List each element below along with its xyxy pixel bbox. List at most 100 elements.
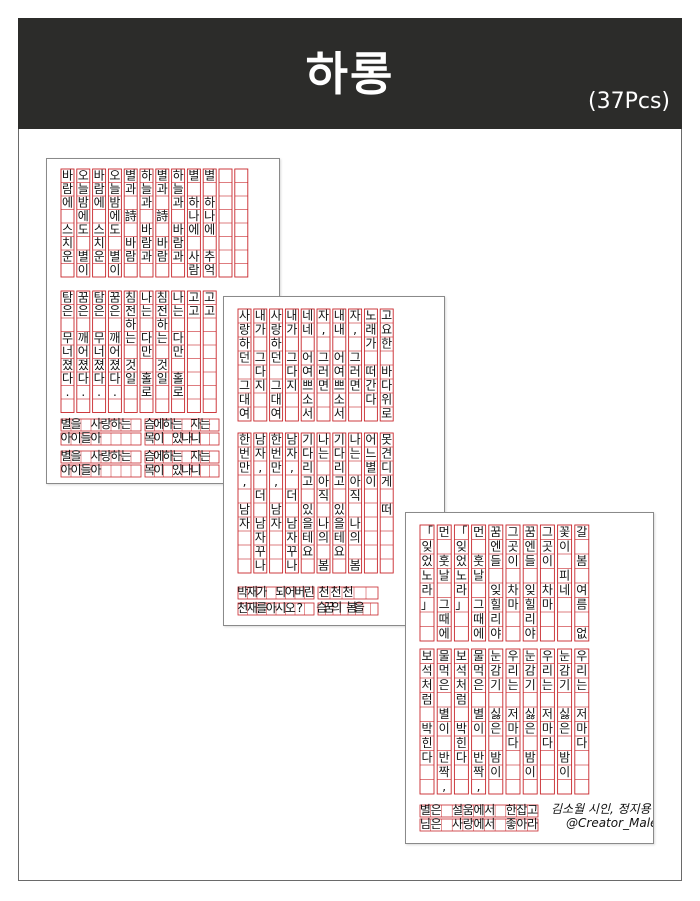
column-sticker: 꽃이 피네 <box>557 524 573 642</box>
column-text: 나는 다만 홀로 <box>173 290 184 399</box>
column-sticker: 꿈은 깨어졌다. <box>107 290 122 413</box>
strip-sticker: 슴에하는 자는 <box>144 417 220 432</box>
column-sticker: 내가 그다지 <box>284 308 299 422</box>
column-sticker: 먼 훗날 그때에 <box>471 524 487 642</box>
column-text: 한번만, 남자 <box>239 433 250 531</box>
column-sticker: 자, 그러면 <box>316 308 331 422</box>
column-sticker: 갈 봄 여름 없 <box>574 524 590 642</box>
column-sticker: 꿈엔들 잊힐리야 <box>488 524 504 642</box>
column-sticker: 물먹은 별이 반짝, <box>436 648 452 795</box>
column-text: 우리는 저마다 <box>507 649 518 750</box>
column-group: 바람에 스치운 오늘밤에도 별 이 바 람 에 스치운 오늘밤에도 별 이 별 과 詩 바 람 하… <box>60 168 249 278</box>
page-title: 하롱 <box>305 47 395 101</box>
column-sticker: 한번만, 남자 <box>237 432 252 574</box>
column-text: 침전하는 것일 <box>125 290 136 385</box>
column-sticker: 탐은 무너졌다. <box>60 290 75 413</box>
column-group: 사랑하던 그 대 여 내 가 그 다 지 사 랑 하 던 그 대 여 내 가 그 다 지 네 네 어 여 쁘 소 서 자, 그… <box>237 308 394 422</box>
column-sticker: 그곳이 차마 <box>505 524 521 642</box>
column-sticker: 꿈엔들 잊힐리야 <box>522 524 538 642</box>
column-sticker: 우리는 저마다 <box>505 648 521 795</box>
column-text: 우리는 저마다 <box>576 649 587 750</box>
column-text: 내가 그다지 <box>286 309 297 393</box>
strip-sticker: 별을 사랑하는 <box>60 449 142 464</box>
column-sticker: 침전하는 것일 <box>155 290 170 413</box>
strip-text: 아이들아 <box>60 463 101 477</box>
column-text: 물먹은 별이 반짝, <box>473 649 484 793</box>
column-text: 별 하나에 사람 <box>188 168 199 277</box>
column-text: 바람에 스치운 <box>94 168 105 263</box>
column-sticker: 바람에 스치운 <box>60 168 75 278</box>
column-sticker: 노래가 떠간다 <box>363 308 378 422</box>
column-text: 나는 아직 나의 봄 <box>318 433 329 573</box>
column-sticker: 탐은 무너졌다. <box>92 290 107 413</box>
column-sticker: 오늘밤에도 별이 <box>76 168 91 278</box>
column-sticker: 남자, 더 남자꾸나 <box>284 432 299 574</box>
column-sticker: 별과 詩 바람 <box>155 168 170 278</box>
column-sticker: 우리는 저마다 <box>539 648 555 795</box>
column-sticker: 못견디게 떠 <box>379 432 394 574</box>
strip-sticker: 별은 설움에서 한잡고 <box>419 803 539 818</box>
column-text: 어느별이 <box>365 433 376 489</box>
strip-sticker: 목이 있나니 <box>144 431 220 446</box>
column-sticker: 「잊 었 노 라」 <box>419 524 435 642</box>
column-text: 눈감기 싫은 밤이 <box>490 649 501 779</box>
sticker-sheet-3: 「잊 었 노 라」 먼 훗날 그 때 에 「잊 었 노 라」 먼 훗날 그때에꿈엔들 잊힐리야그곳이 … <box>405 512 654 844</box>
strip-text: 박재가 되어버린 <box>237 585 315 599</box>
column-sticker: 눈감기 싫은 밤이 <box>522 648 538 795</box>
column-sticker: 고요한 바다위로 <box>379 308 394 422</box>
column-text: 침전하는 것일 <box>157 290 168 385</box>
column-text: 하늘과 바람과 <box>141 168 152 263</box>
column-text: 바람에 스치운 <box>62 168 73 263</box>
column-text: 고고 <box>188 290 199 318</box>
column-text: 나는 아직 나의 봄 <box>350 433 361 573</box>
column-text: 나는 다만 홀로 <box>141 290 152 399</box>
column-text: 별과 詩 바람 <box>125 168 137 263</box>
column-text: 내내 어여쁘소서 <box>334 309 345 421</box>
column-sticker: 바람에 스치운 <box>92 168 107 278</box>
strip-text: 별은 설움에서 한잡고 <box>420 803 538 817</box>
column-sticker: 보석처럼 박힌다 <box>419 648 435 795</box>
column-text: 하늘과 바람과 <box>173 168 184 263</box>
column-sticker: 어느별이 <box>363 432 378 574</box>
column-sticker: 보석처럼 박힌다 <box>453 648 469 795</box>
strip-sticker: 천천천 <box>317 584 379 600</box>
column-text: 꿈엔들 잊힐리야 <box>490 525 501 641</box>
column-sticker: 우리는 저마다 <box>574 648 590 795</box>
column-sticker: 네네 어여쁘소서 <box>300 308 315 422</box>
strip-text: 목이 있나니 <box>144 463 201 477</box>
column-text: 고고 <box>204 290 215 318</box>
column-group: 보석처럼 박 힌 다물 먹 은 별이 반 짝 ,보 석 처 럼 박 힌 다물 먹 은 별이 반 짝 ,눈 감 기 … <box>419 648 590 795</box>
strip-sticker: 슴꿈의 봄을 <box>316 600 379 616</box>
piece-count: (37Pcs) <box>588 89 670 114</box>
strip-text: 슴에하는 자는 <box>144 449 211 463</box>
column-sticker: 한번만, 남자 <box>269 432 284 574</box>
column-text: 「잊 었 노 라」 <box>421 525 433 612</box>
column-sticker: 하늘과 바람과 <box>171 168 186 278</box>
column-sticker: 그곳이 차마 <box>539 524 555 642</box>
column-sticker: 하늘과 바람과 <box>139 168 154 278</box>
column-sticker <box>218 168 233 278</box>
column-text: 눈감기 싫은 밤이 <box>559 649 570 779</box>
column-sticker: 내내 어여쁘소서 <box>332 308 347 422</box>
column-sticker <box>234 168 249 278</box>
poet-signature: 김소월 시인, 정지용 시인 <box>551 802 654 816</box>
column-sticker: 물먹은 별이 반짝, <box>471 648 487 795</box>
column-sticker: 기다리고 있을테요 <box>300 432 315 574</box>
column-text: 꿈은 깨어졌다. <box>109 290 120 399</box>
column-sticker: 오늘밤에도 별이 <box>107 168 122 278</box>
column-text: 오늘밤에도 별이 <box>109 168 120 277</box>
strip-sticker: 별을 사랑하는 <box>60 417 142 432</box>
column-sticker: 눈감기 싫은 밤이 <box>557 648 573 795</box>
column-sticker: 고고 <box>202 290 217 413</box>
column-sticker: 눈감기 싫은 밤이 <box>488 648 504 795</box>
column-sticker: 나는 다만 홀로 <box>171 290 186 413</box>
column-text: 한번만, 남자 <box>271 433 282 531</box>
column-text: 남자, 더 남자꾸나 <box>286 433 297 573</box>
strip-sticker: 슴에하는 자는 <box>144 449 220 464</box>
column-text: 네네 어여쁘소서 <box>302 309 313 421</box>
column-sticker: 자, 그러면 <box>348 308 363 422</box>
column-sticker: 나는 다만 홀로 <box>139 290 154 413</box>
column-text: 갈 봄 여름 없 <box>576 525 587 641</box>
strip-sticker: 아이들아 <box>60 463 142 478</box>
column-sticker: 별과 詩 바람 <box>123 168 138 278</box>
